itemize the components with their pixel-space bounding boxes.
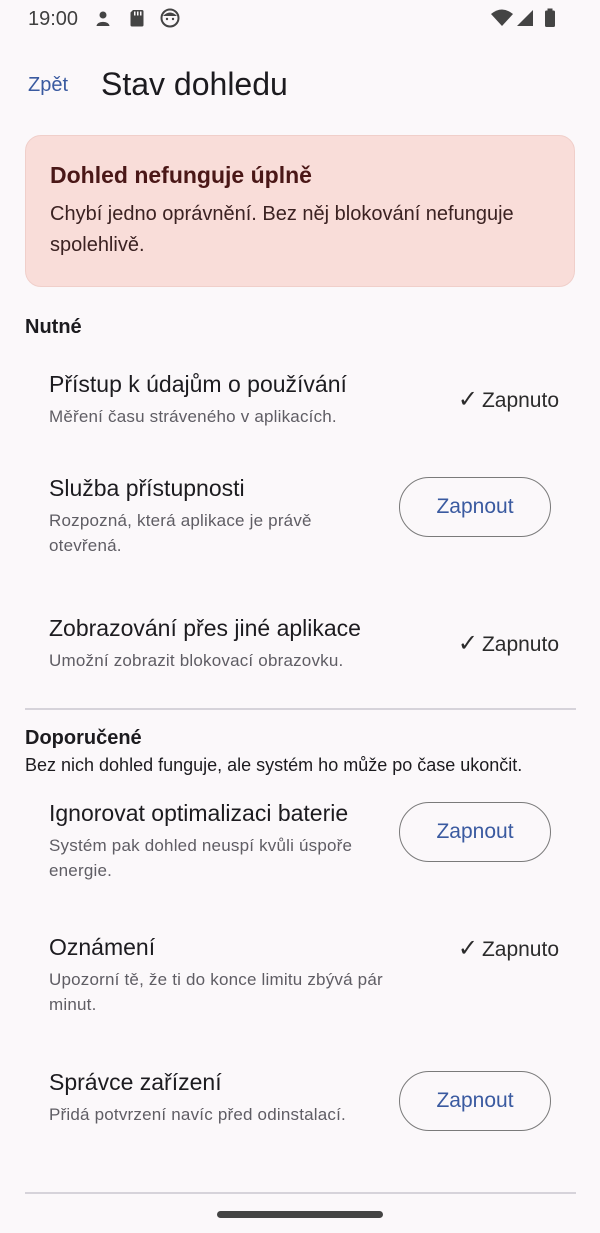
- warning-text: Chybí jedno oprávnění. Bez něj blokování…: [50, 203, 514, 256]
- permission-description: Upozorní tě, že ti do konce limitu zbývá…: [49, 970, 383, 1014]
- enable-button[interactable]: Zapnout: [399, 477, 551, 537]
- status-enabled: ✓ Zapnuto: [458, 385, 559, 414]
- section-title-required: Nutné: [25, 316, 82, 338]
- face-icon: [160, 8, 180, 28]
- divider: [25, 1192, 576, 1194]
- status-label: Zapnuto: [481, 389, 559, 412]
- permission-row-notifications: Oznámení Upozorní tě, že ti do konce lim…: [49, 934, 559, 1017]
- check-icon: ✓: [457, 386, 478, 413]
- page-title: Stav dohledu: [101, 66, 288, 102]
- permission-description: Umožní zobrazit blokovací obrazovku.: [49, 651, 344, 670]
- section-title-recommended: Doporučené: [25, 727, 142, 749]
- divider: [25, 708, 576, 710]
- status-bar: 19:00: [0, 0, 600, 40]
- top-app-bar: Zpět Stav dohledu: [0, 60, 600, 120]
- permission-row-usage-access: Přístup k údajům o používání Měření času…: [49, 371, 559, 429]
- check-icon: ✓: [457, 935, 478, 962]
- warning-card: Dohled nefunguje úplně Chybí jedno opráv…: [25, 135, 575, 287]
- check-icon: ✓: [457, 630, 478, 657]
- wifi-icon: [491, 9, 513, 26]
- status-enabled: ✓ Zapnuto: [458, 934, 559, 963]
- permission-description: Rozpozná, která aplikace je právě otevře…: [49, 511, 312, 555]
- status-label: Zapnuto: [481, 938, 559, 961]
- permission-description: Systém pak dohled neuspí kvůli úspoře en…: [49, 836, 353, 880]
- enable-button[interactable]: Zapnout: [399, 802, 551, 862]
- home-indicator[interactable]: [217, 1211, 383, 1218]
- permission-description: Přidá potvrzení navíc před odinstalací.: [49, 1105, 346, 1124]
- enable-button[interactable]: Zapnout: [399, 1071, 551, 1131]
- permission-description: Měření času stráveného v aplikacích.: [49, 407, 337, 426]
- battery-icon: [545, 8, 555, 27]
- section-subtitle-recommended: Bez nich dohled funguje, ale systém ho m…: [25, 755, 523, 775]
- person-icon: [96, 11, 110, 26]
- permission-row-device-admin: Správce zařízení Přidá potvrzení navíc p…: [49, 1069, 559, 1131]
- permission-row-accessibility: Služba přístupnosti Rozpozná, která apli…: [49, 475, 559, 558]
- permission-row-overlay: Zobrazování přes jiné aplikace Umožní zo…: [49, 615, 559, 673]
- status-enabled: ✓ Zapnuto: [458, 629, 559, 658]
- status-label: Zapnuto: [481, 633, 559, 656]
- permission-row-battery: Ignorovat optimalizaci baterie Systém pa…: [49, 800, 559, 883]
- status-time: 19:00: [28, 8, 79, 30]
- warning-title: Dohled nefunguje úplně: [50, 162, 312, 188]
- sd-card-icon: [130, 10, 144, 27]
- cellular-signal-icon: [517, 10, 533, 26]
- back-button[interactable]: Zpět: [28, 74, 68, 97]
